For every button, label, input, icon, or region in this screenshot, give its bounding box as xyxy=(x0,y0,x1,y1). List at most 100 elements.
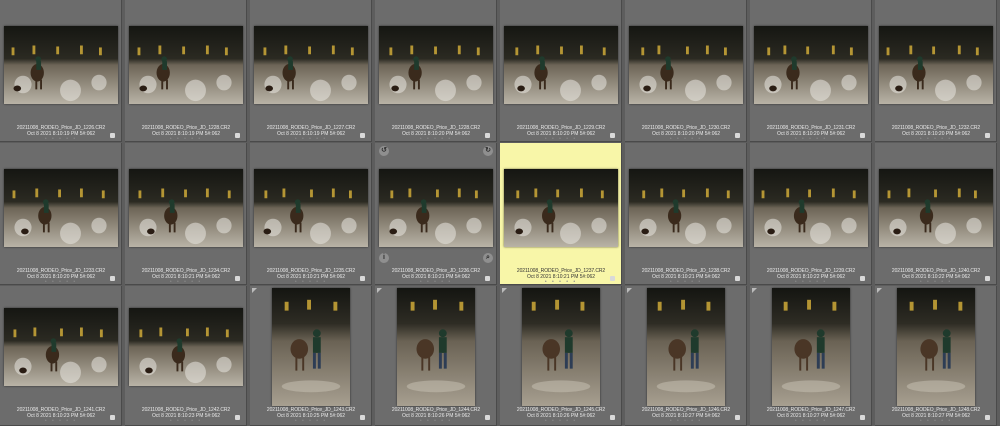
thumbnail-cell[interactable]: 20211008_RODEO_Price_JD_1228.CR2 Oct 8 20… xyxy=(375,0,497,142)
thumbnail-cell[interactable]: 20211008_RODEO_Price_JD_1235.CR2 Oct 8 20… xyxy=(250,143,372,285)
thumbnail-cell[interactable]: 20211008_RODEO_Price_JD_1248.CR2 Oct 8 20… xyxy=(875,286,997,426)
thumbnail-cell[interactable]: 20211008_RODEO_Price_JD_1226.CR2 Oct 8 20… xyxy=(0,0,122,142)
rating-dots[interactable]: • • • • • xyxy=(500,137,621,142)
thumbnail-image[interactable] xyxy=(629,169,743,247)
metadata-badge-icon[interactable] xyxy=(610,276,615,281)
rating-dots[interactable]: • • • • • xyxy=(375,280,496,285)
rating-dots[interactable]: • • • • • xyxy=(250,419,371,424)
rating-dots[interactable]: • • • • • xyxy=(125,419,246,424)
thumbnail-image[interactable] xyxy=(129,308,243,386)
thumbnail-image[interactable] xyxy=(504,26,618,104)
thumbnail-cell[interactable]: 20211008_RODEO_Price_JD_1246.CR2 Oct 8 20… xyxy=(625,286,747,426)
thumbnail-cell[interactable]: 20211008_RODEO_Price_JD_1240.CR2 Oct 8 20… xyxy=(875,143,997,285)
rotate-left-icon[interactable]: ↺ xyxy=(379,146,389,156)
metadata-badge-icon[interactable] xyxy=(485,276,490,281)
rating-dots[interactable]: • • • • • xyxy=(0,137,121,142)
thumbnail-image[interactable] xyxy=(129,26,243,104)
info-icon[interactable]: i xyxy=(379,253,389,263)
thumbnail-cell[interactable]: 20211008_RODEO_Price_JD_1241.CR2 Oct 8 20… xyxy=(0,286,122,426)
rating-dots[interactable]: • • • • • xyxy=(750,280,871,285)
metadata-badge-icon[interactable] xyxy=(860,415,865,420)
thumbnail-cell[interactable]: 20211008_RODEO_Price_JD_1244.CR2 Oct 8 20… xyxy=(375,286,497,426)
metadata-badge-icon[interactable] xyxy=(485,415,490,420)
thumbnail-image[interactable] xyxy=(629,26,743,104)
thumbnail-image[interactable] xyxy=(897,288,975,406)
thumbnail-image[interactable] xyxy=(4,26,118,104)
metadata-badge-icon[interactable] xyxy=(610,415,615,420)
metadata-badge-icon[interactable] xyxy=(860,276,865,281)
metadata-badge-icon[interactable] xyxy=(360,276,365,281)
thumbnail-image[interactable] xyxy=(397,288,475,406)
metadata-badge-icon[interactable] xyxy=(735,133,740,138)
rating-dots[interactable]: • • • • • xyxy=(625,280,746,285)
thumbnail-image[interactable] xyxy=(129,169,243,247)
thumbnail-image[interactable] xyxy=(504,169,618,247)
metadata-badge-icon[interactable] xyxy=(610,133,615,138)
metadata-badge-icon[interactable] xyxy=(985,276,990,281)
metadata-badge-icon[interactable] xyxy=(235,415,240,420)
rating-dots[interactable]: • • • • • xyxy=(875,280,996,285)
zoom-icon[interactable]: ⌕ xyxy=(483,253,493,263)
rating-dots[interactable]: • • • • • xyxy=(875,419,996,424)
metadata-badge-icon[interactable] xyxy=(985,415,990,420)
rating-dots[interactable]: • • • • • xyxy=(500,419,621,424)
metadata-badge-icon[interactable] xyxy=(735,276,740,281)
thumbnail-cell[interactable]: 20211008_RODEO_Price_JD_1230.CR2 Oct 8 20… xyxy=(625,0,747,142)
thumbnail-image[interactable] xyxy=(254,169,368,247)
thumbnail-image[interactable] xyxy=(754,169,868,247)
thumbnail-image[interactable] xyxy=(879,26,993,104)
thumbnail-image[interactable] xyxy=(522,288,600,406)
metadata-badge-icon[interactable] xyxy=(110,133,115,138)
rating-dots[interactable]: • • • • • xyxy=(0,419,121,424)
rating-dots[interactable]: • • • • • xyxy=(375,137,496,142)
rating-dots[interactable]: • • • • • xyxy=(625,419,746,424)
thumbnail-image[interactable] xyxy=(647,288,725,406)
thumbnail-image[interactable] xyxy=(772,288,850,406)
rating-dots[interactable]: • • • • • xyxy=(250,280,371,285)
thumbnail-cell[interactable]: 20211008_RODEO_Price_JD_1245.CR2 Oct 8 20… xyxy=(500,286,622,426)
rating-dots[interactable]: • • • • • xyxy=(750,419,871,424)
metadata-badge-icon[interactable] xyxy=(360,415,365,420)
thumbnail-cell[interactable]: 20211008_RODEO_Price_JD_1234.CR2 Oct 8 20… xyxy=(125,143,247,285)
rating-dots[interactable]: • • • • • xyxy=(125,137,246,142)
metadata-badge-icon[interactable] xyxy=(985,133,990,138)
metadata-badge-icon[interactable] xyxy=(110,415,115,420)
thumbnail-cell[interactable]: 20211008_RODEO_Price_JD_1232.CR2 Oct 8 20… xyxy=(875,0,997,142)
rating-dots[interactable]: • • • • • xyxy=(500,280,621,285)
thumbnail-image[interactable] xyxy=(379,26,493,104)
thumbnail-image[interactable] xyxy=(879,169,993,247)
rating-dots[interactable]: • • • • • xyxy=(125,280,246,285)
thumbnail-image[interactable] xyxy=(4,308,118,386)
metadata-badge-icon[interactable] xyxy=(360,133,365,138)
thumbnail-cell[interactable]: 20211008_RODEO_Price_JD_1228.CR2 Oct 8 20… xyxy=(125,0,247,142)
rating-dots[interactable]: • • • • • xyxy=(750,137,871,142)
rating-dots[interactable]: • • • • • xyxy=(375,419,496,424)
rating-dots[interactable]: • • • • • xyxy=(625,137,746,142)
metadata-badge-icon[interactable] xyxy=(110,276,115,281)
thumbnail-cell[interactable]: 20211008_RODEO_Price_JD_1229.CR2 Oct 8 20… xyxy=(500,0,622,142)
metadata-badge-icon[interactable] xyxy=(235,276,240,281)
thumbnail-image[interactable] xyxy=(272,288,350,406)
thumbnail-cell[interactable]: 20211008_RODEO_Price_JD_1233.CR2 Oct 8 20… xyxy=(0,143,122,285)
thumbnail-cell[interactable]: 20211008_RODEO_Price_JD_1227.CR2 Oct 8 20… xyxy=(250,0,372,142)
thumbnail-cell[interactable]: 20211008_RODEO_Price_JD_1231.CR2 Oct 8 20… xyxy=(750,0,872,142)
thumbnail-image[interactable] xyxy=(379,169,493,247)
rotate-right-icon[interactable]: ↻ xyxy=(483,146,493,156)
metadata-badge-icon[interactable] xyxy=(860,133,865,138)
metadata-badge-icon[interactable] xyxy=(735,415,740,420)
thumbnail-cell[interactable]: 20211008_RODEO_Price_JD_1247.CR2 Oct 8 20… xyxy=(750,286,872,426)
rating-dots[interactable]: • • • • • xyxy=(0,280,121,285)
thumbnail-cell[interactable]: 20211008_RODEO_Price_JD_1236.CR2 Oct 8 20… xyxy=(375,143,497,285)
thumbnail-image[interactable] xyxy=(754,26,868,104)
thumbnail-cell[interactable]: 20211008_RODEO_Price_JD_1242.CR2 Oct 8 20… xyxy=(125,286,247,426)
metadata-badge-icon[interactable] xyxy=(485,133,490,138)
thumbnail-cell[interactable]: 20211008_RODEO_Price_JD_1238.CR2 Oct 8 20… xyxy=(625,143,747,285)
thumbnail-image[interactable] xyxy=(254,26,368,104)
thumbnail-image[interactable] xyxy=(4,169,118,247)
thumbnail-cell[interactable]: 20211008_RODEO_Price_JD_1237.CR2 Oct 8 20… xyxy=(500,143,622,285)
thumbnail-cell[interactable]: 20211008_RODEO_Price_JD_1239.CR2 Oct 8 20… xyxy=(750,143,872,285)
metadata-badge-icon[interactable] xyxy=(235,133,240,138)
rating-dots[interactable]: • • • • • xyxy=(250,137,371,142)
thumbnail-cell[interactable]: 20211008_RODEO_Price_JD_1243.CR2 Oct 8 20… xyxy=(250,286,372,426)
rating-dots[interactable]: • • • • • xyxy=(875,137,996,142)
